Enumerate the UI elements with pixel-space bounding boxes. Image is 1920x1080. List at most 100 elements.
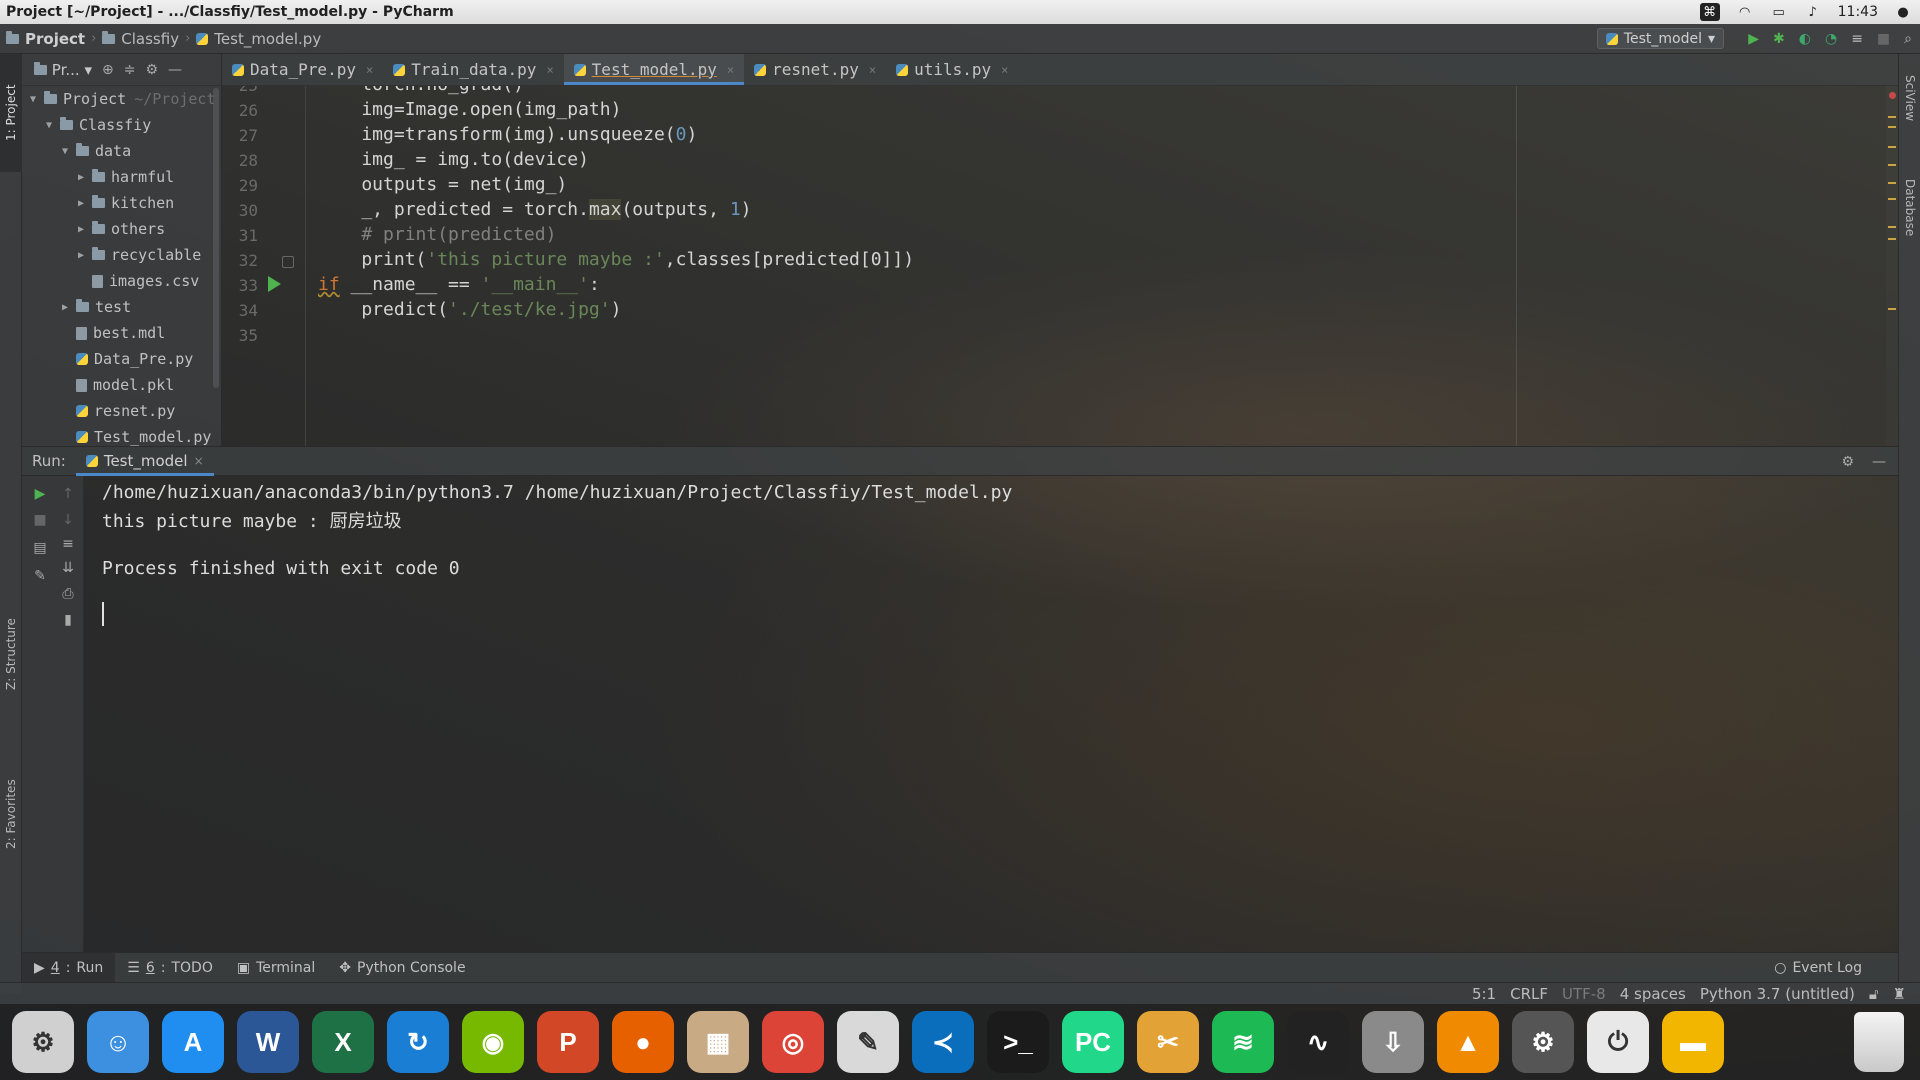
print-icon[interactable]: ⎙ — [58, 584, 78, 604]
tool-tab-project[interactable]: 1: Project — [0, 54, 22, 172]
warning-marker[interactable] — [1888, 238, 1896, 240]
close-icon[interactable]: × — [366, 63, 373, 77]
gear-icon[interactable]: ⚙ — [145, 62, 158, 78]
dock-spotify-icon[interactable]: ≋ — [1212, 1011, 1274, 1073]
debug-icon[interactable]: ✱ — [1773, 31, 1785, 47]
dock-system-settings-icon[interactable]: ⚙ — [12, 1011, 74, 1073]
dock-powerpoint-icon[interactable]: P — [537, 1011, 599, 1073]
breadcrumb-classfiy[interactable]: Classfiy — [96, 30, 185, 48]
tree-item-harmful[interactable]: ▶ harmful — [22, 164, 221, 190]
warning-marker[interactable] — [1888, 198, 1896, 200]
dock-text-editor-icon[interactable]: ✎ — [837, 1011, 899, 1073]
dock-firefox-icon[interactable]: ● — [612, 1011, 674, 1073]
run-tab-test-model[interactable]: Test_model × — [75, 446, 214, 476]
tree-item-test[interactable]: ▶ test — [22, 294, 221, 320]
dock-word-icon[interactable]: W — [237, 1011, 299, 1073]
code-editor[interactable]: 25 26 27 28 29 30 31 32 33 34 35 torch.n… — [222, 86, 1886, 446]
editor-error-stripe[interactable] — [1886, 86, 1898, 446]
chevron-right-icon[interactable]: ▶ — [74, 250, 88, 261]
chevron-down-icon[interactable]: ▼ — [58, 146, 72, 157]
dock-settings-icon[interactable]: ⚙ — [1512, 1011, 1574, 1073]
warning-marker[interactable] — [1888, 182, 1896, 184]
bottom-tab-terminal[interactable]: ▣ Terminal — [225, 953, 327, 983]
volume-icon[interactable]: ♪ — [1804, 4, 1822, 20]
minimize-icon[interactable]: — — [168, 62, 182, 78]
fold-marker-icon[interactable] — [282, 256, 294, 268]
tree-item-project[interactable]: ▼ Project ~/Project — [22, 86, 221, 112]
bottom-tab-todo[interactable]: ☰ 6: TODO — [115, 953, 225, 983]
inspector-icon[interactable]: ♜ — [1893, 985, 1906, 1003]
dock-excel-icon[interactable]: X — [312, 1011, 374, 1073]
warning-marker[interactable] — [1888, 146, 1896, 148]
dock-system-monitor-icon[interactable]: ∿ — [1287, 1011, 1349, 1073]
dock-dev-tools-icon[interactable]: ✂ — [1137, 1011, 1199, 1073]
file-encoding[interactable]: UTF-8 — [1562, 985, 1606, 1003]
run-gutter-icon[interactable] — [268, 276, 281, 292]
soft-wrap-icon[interactable]: ≡ — [58, 534, 78, 554]
dock-terminal-icon[interactable]: >_ — [987, 1011, 1049, 1073]
close-icon[interactable]: × — [194, 454, 204, 468]
tree-item-test-model-py[interactable]: Test_model.py — [22, 424, 221, 446]
tool-tab-structure[interactable]: Z: Structure — [0, 594, 22, 714]
dock-chrome-icon[interactable]: ◎ — [762, 1011, 824, 1073]
warning-marker[interactable] — [1888, 308, 1896, 310]
tree-item-recyclable[interactable]: ▶ recyclable — [22, 242, 221, 268]
warning-marker[interactable] — [1888, 116, 1896, 118]
breadcrumb-project[interactable]: Project — [0, 30, 91, 48]
chevron-down-icon[interactable]: ▼ — [26, 94, 40, 105]
chevron-right-icon[interactable]: ▶ — [74, 224, 88, 235]
dock-nvidia-icon[interactable]: ◉ — [462, 1011, 524, 1073]
close-icon[interactable]: × — [727, 63, 734, 77]
locate-icon[interactable]: ⊕ — [102, 62, 114, 78]
tab-data-pre[interactable]: Data_Pre.py × — [222, 54, 383, 85]
run-console[interactable]: /home/huzixuan/anaconda3/bin/python3.7 /… — [84, 476, 1898, 952]
dock-shutdown-icon[interactable]: ⏻ — [1587, 1011, 1649, 1073]
dock-pycharm-icon[interactable]: PC — [1062, 1011, 1124, 1073]
tool-tab-database[interactable]: Database — [1899, 158, 1920, 258]
line-separator[interactable]: CRLF — [1510, 985, 1548, 1003]
collapse-icon[interactable]: ≑ — [124, 62, 136, 78]
tree-item-best-mdl[interactable]: best.mdl — [22, 320, 221, 346]
restore-layout-icon[interactable]: ▤ — [30, 538, 50, 558]
gear-icon[interactable]: ⚙ — [1841, 454, 1854, 470]
project-view-select[interactable]: Pr... ▾ — [34, 61, 92, 79]
tree-item-resnet-py[interactable]: resnet.py — [22, 398, 221, 424]
down-arrow-icon[interactable]: ↓ — [58, 510, 78, 530]
chevron-right-icon[interactable]: ▶ — [58, 302, 72, 313]
interpreter-selector[interactable]: Python 3.7 (untitled) — [1700, 985, 1855, 1003]
project-scrollbar[interactable] — [213, 88, 219, 388]
dock-finder-icon[interactable]: ☺ — [87, 1011, 149, 1073]
tree-item-data[interactable]: ▼ data — [22, 138, 221, 164]
profile-icon[interactable]: ◔ — [1825, 31, 1837, 47]
chevron-right-icon[interactable]: ▶ — [74, 172, 88, 183]
dock-files-icon[interactable]: ▬ — [1662, 1011, 1724, 1073]
bottom-tab-python-console[interactable]: ✥ Python Console — [327, 953, 477, 983]
dock-vscode-icon[interactable]: ≺ — [912, 1011, 974, 1073]
command-icon[interactable]: ⌘ — [1699, 3, 1720, 21]
warning-marker[interactable] — [1888, 226, 1896, 228]
tool-tab-sciview[interactable]: SciView — [1899, 58, 1920, 138]
stop-icon[interactable]: ■ — [1877, 31, 1890, 47]
tool-tab-favorites[interactable]: 2: Favorites — [0, 754, 22, 874]
tab-utils[interactable]: utils.py × — [886, 54, 1018, 85]
warning-marker[interactable] — [1888, 126, 1896, 128]
run-configuration-select[interactable]: Test_model ▾ — [1596, 28, 1724, 49]
breadcrumb-file[interactable]: Test_model.py — [190, 30, 327, 48]
tree-item-images-csv[interactable]: images.csv — [22, 268, 221, 294]
pin-icon[interactable]: ✎ — [30, 566, 50, 586]
trash-icon[interactable]: ▮ — [58, 610, 78, 630]
warning-marker[interactable] — [1888, 164, 1896, 166]
indent-setting[interactable]: 4 spaces — [1620, 985, 1686, 1003]
concurrency-icon[interactable]: ≡ — [1851, 31, 1863, 47]
close-icon[interactable]: × — [546, 63, 553, 77]
tree-item-kitchen[interactable]: ▶ kitchen — [22, 190, 221, 216]
coverage-icon[interactable]: ◐ — [1799, 31, 1811, 47]
chevron-right-icon[interactable]: ▶ — [74, 198, 88, 209]
minimize-icon[interactable]: — — [1872, 454, 1886, 470]
trash-icon[interactable] — [1854, 1012, 1904, 1072]
lock-icon[interactable]: 🔓︎ — [1869, 985, 1879, 1003]
scroll-to-end-icon[interactable]: ⇊ — [58, 558, 78, 578]
error-indicator-icon[interactable] — [1889, 92, 1896, 99]
tree-item-classfiy[interactable]: ▼ Classfiy — [22, 112, 221, 138]
close-icon[interactable]: × — [869, 63, 876, 77]
